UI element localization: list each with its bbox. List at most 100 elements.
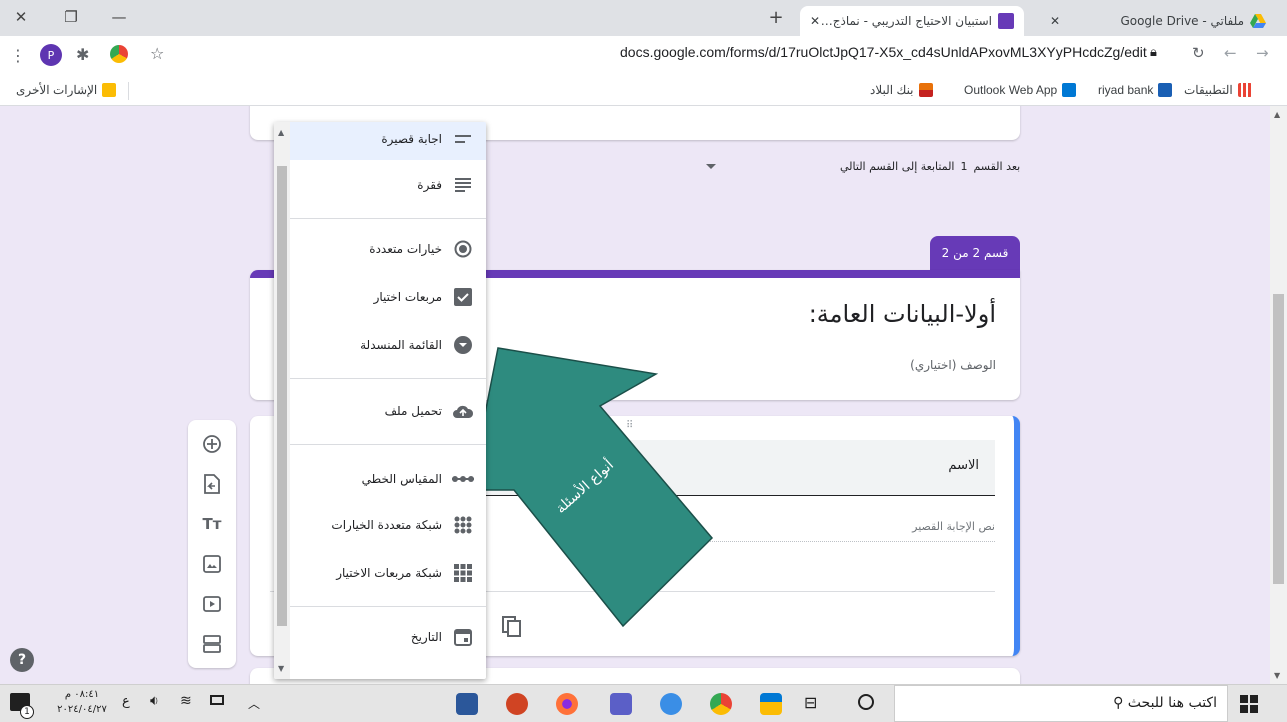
cortana-icon[interactable] <box>858 694 874 710</box>
menu-dots-icon[interactable]: ⋮ <box>10 46 26 65</box>
lock-icon[interactable]: 🔒︎ <box>1150 45 1157 60</box>
menu-item-linear-scale[interactable]: المقياس الخطي <box>362 468 474 490</box>
close-tab-icon[interactable]: ✕ <box>810 14 820 28</box>
minimize-window-icon[interactable]: — <box>106 4 132 30</box>
scroll-down-icon[interactable]: ▼ <box>278 664 284 673</box>
help-icon[interactable]: ? <box>10 648 34 672</box>
menu-item-multiple-choice-grid[interactable]: شبكة متعددة الخيارات <box>331 514 474 536</box>
import-questions-icon[interactable] <box>188 464 236 504</box>
bookmark-apps[interactable]: التطبيقات <box>1184 83 1252 97</box>
powerpoint-icon[interactable] <box>506 693 528 715</box>
section-description[interactable]: الوصف (اختياري) <box>910 358 996 372</box>
extensions-icon[interactable]: ✱ <box>76 45 89 64</box>
menu-item-paragraph[interactable]: فقرة <box>417 174 474 196</box>
dropdown-arrow-icon[interactable] <box>706 164 716 169</box>
language-indicator[interactable]: ع <box>122 694 130 709</box>
forms-icon <box>998 13 1014 29</box>
cloud-upload-icon <box>452 400 474 422</box>
menu-item-label: شبكة مربعات الاختيار <box>336 566 442 580</box>
checkbox-icon <box>452 286 474 308</box>
scroll-down-icon[interactable]: ▼ <box>1274 671 1280 680</box>
tab-bar: ✕ ❐ — استبيان الاحتياج التدريبي - نماذج … <box>0 0 1287 36</box>
file-explorer-icon[interactable] <box>760 693 782 715</box>
apps-grid-icon <box>1237 83 1252 97</box>
other-bookmarks[interactable]: الإشارات الأخرى <box>16 83 117 97</box>
add-image-icon[interactable] <box>188 544 236 584</box>
bookmark-label: بنك البلاد <box>870 83 914 97</box>
page-scrollbar[interactable]: ▲ ▼ <box>1270 106 1287 684</box>
bookmark-divider <box>128 82 129 100</box>
back-icon[interactable]: → <box>1256 44 1269 62</box>
new-tab-icon[interactable]: + <box>763 4 789 30</box>
bookmark-label: riyad bank <box>1098 83 1154 97</box>
forward-icon[interactable]: ← <box>1224 44 1237 62</box>
menu-item-multiple-choice[interactable]: خيارات متعددة <box>369 238 474 260</box>
menu-item-dropdown[interactable]: القائمة المنسدلة <box>360 334 474 356</box>
after-section-row[interactable]: بعد القسم 1 المتابعة إلى القسم التالي <box>840 160 1020 173</box>
riyad-bank-icon <box>1158 83 1173 97</box>
other-bookmarks-label: الإشارات الأخرى <box>16 83 98 97</box>
menu-item-date[interactable]: التاريخ <box>411 626 474 648</box>
notification-count: 1 <box>20 705 34 719</box>
url-text[interactable]: docs.google.com/forms/d/17ruOlctJpQ17-X5… <box>620 44 1147 60</box>
menu-item-short-answer[interactable]: اجابة قصيرة <box>381 128 474 150</box>
short-answer-preview: نص الإجابة القصير <box>710 516 995 542</box>
task-view-icon[interactable]: ⊟ <box>804 693 817 712</box>
clock-time: ٠٨:٤١ م <box>64 689 100 700</box>
menu-item-label: التاريخ <box>410 630 442 644</box>
volume-icon[interactable]: 🔉︎ <box>150 693 159 709</box>
close-window-icon[interactable]: ✕ <box>8 4 34 30</box>
battery-icon[interactable] <box>210 695 224 705</box>
restore-window-icon[interactable]: ❐ <box>58 4 84 30</box>
scroll-up-icon[interactable]: ▲ <box>1274 110 1280 119</box>
bookmark-star-icon[interactable]: ☆ <box>150 44 164 63</box>
multiple-choice-grid-icon <box>452 514 474 536</box>
bookmark-riyad-bank[interactable]: riyad bank <box>1098 83 1173 97</box>
short-answer-icon <box>452 128 474 150</box>
bookmark-albilad[interactable]: بنك البلاد <box>870 83 933 97</box>
extension-icon[interactable] <box>110 45 128 63</box>
taskbar-search-input[interactable]: اكتب هنا للبحث ⚲ <box>894 685 1228 722</box>
windows-start-icon[interactable] <box>1240 695 1258 713</box>
add-title-icon[interactable]: Tт <box>188 504 236 544</box>
menu-separator <box>290 378 486 379</box>
menu-item-checkboxes[interactable]: مربعات اختيار <box>374 286 474 308</box>
floating-toolbar: Tт <box>188 420 236 668</box>
add-question-icon[interactable] <box>188 424 236 464</box>
scroll-up-icon[interactable]: ▲ <box>278 128 284 137</box>
avatar[interactable]: P <box>40 44 62 66</box>
clock[interactable]: ٠٨:٤١ م ٢٠٢٤/٠٤/٢٧ <box>52 687 112 717</box>
chrome-icon[interactable] <box>710 693 732 715</box>
menu-item-label: فقرة <box>417 178 442 192</box>
tab-drive[interactable]: ملفاتي - Google Drive ✕ <box>1040 6 1276 36</box>
menu-item-label: اجابة قصيرة <box>381 132 442 146</box>
wifi-icon[interactable]: ≋ <box>180 693 192 709</box>
menu-item-label: مربعات اختيار <box>373 290 442 304</box>
menu-item-label: المقياس الخطي <box>361 472 442 486</box>
menu-scroll-thumb[interactable] <box>277 166 287 626</box>
bookmark-outlook[interactable]: Outlook Web App <box>964 83 1077 97</box>
teams-icon[interactable] <box>610 693 632 715</box>
tab-form[interactable]: استبيان الاحتياج التدريبي - نماذج Goog ✕ <box>800 6 1024 36</box>
radio-icon <box>452 238 474 260</box>
menu-scrollbar[interactable]: ▲ ▼ <box>274 122 290 679</box>
tab-form-title: استبيان الاحتياج التدريبي - نماذج Goog <box>820 14 992 28</box>
answer-placeholder: نص الإجابة القصير <box>912 520 995 533</box>
bookmark-label: Outlook Web App <box>964 83 1058 97</box>
bookmarks-bar: الإشارات الأخرى التطبيقات riyad bank Out… <box>0 76 1287 106</box>
drive-icon <box>1250 14 1266 28</box>
add-section-icon[interactable] <box>188 624 236 664</box>
reload-icon[interactable]: ↻ <box>1192 44 1205 62</box>
section-badge: قسم 2 من 2 <box>930 236 1020 270</box>
menu-item-label: خيارات متعددة <box>369 242 442 256</box>
show-hidden-icons-icon[interactable]: ︿ <box>248 695 260 712</box>
word-icon[interactable] <box>456 693 478 715</box>
menu-item-file-upload[interactable]: تحميل ملف <box>385 400 474 422</box>
page-scroll-thumb[interactable] <box>1273 294 1284 584</box>
close-tab-icon[interactable]: ✕ <box>1050 14 1060 28</box>
menu-item-checkbox-grid[interactable]: شبكة مربعات الاختيار <box>336 562 474 584</box>
add-video-icon[interactable] <box>188 584 236 624</box>
firefox-icon[interactable] <box>556 693 578 715</box>
section-title[interactable]: أولا-البيانات العامة: <box>809 300 996 328</box>
app-icon[interactable] <box>660 693 682 715</box>
